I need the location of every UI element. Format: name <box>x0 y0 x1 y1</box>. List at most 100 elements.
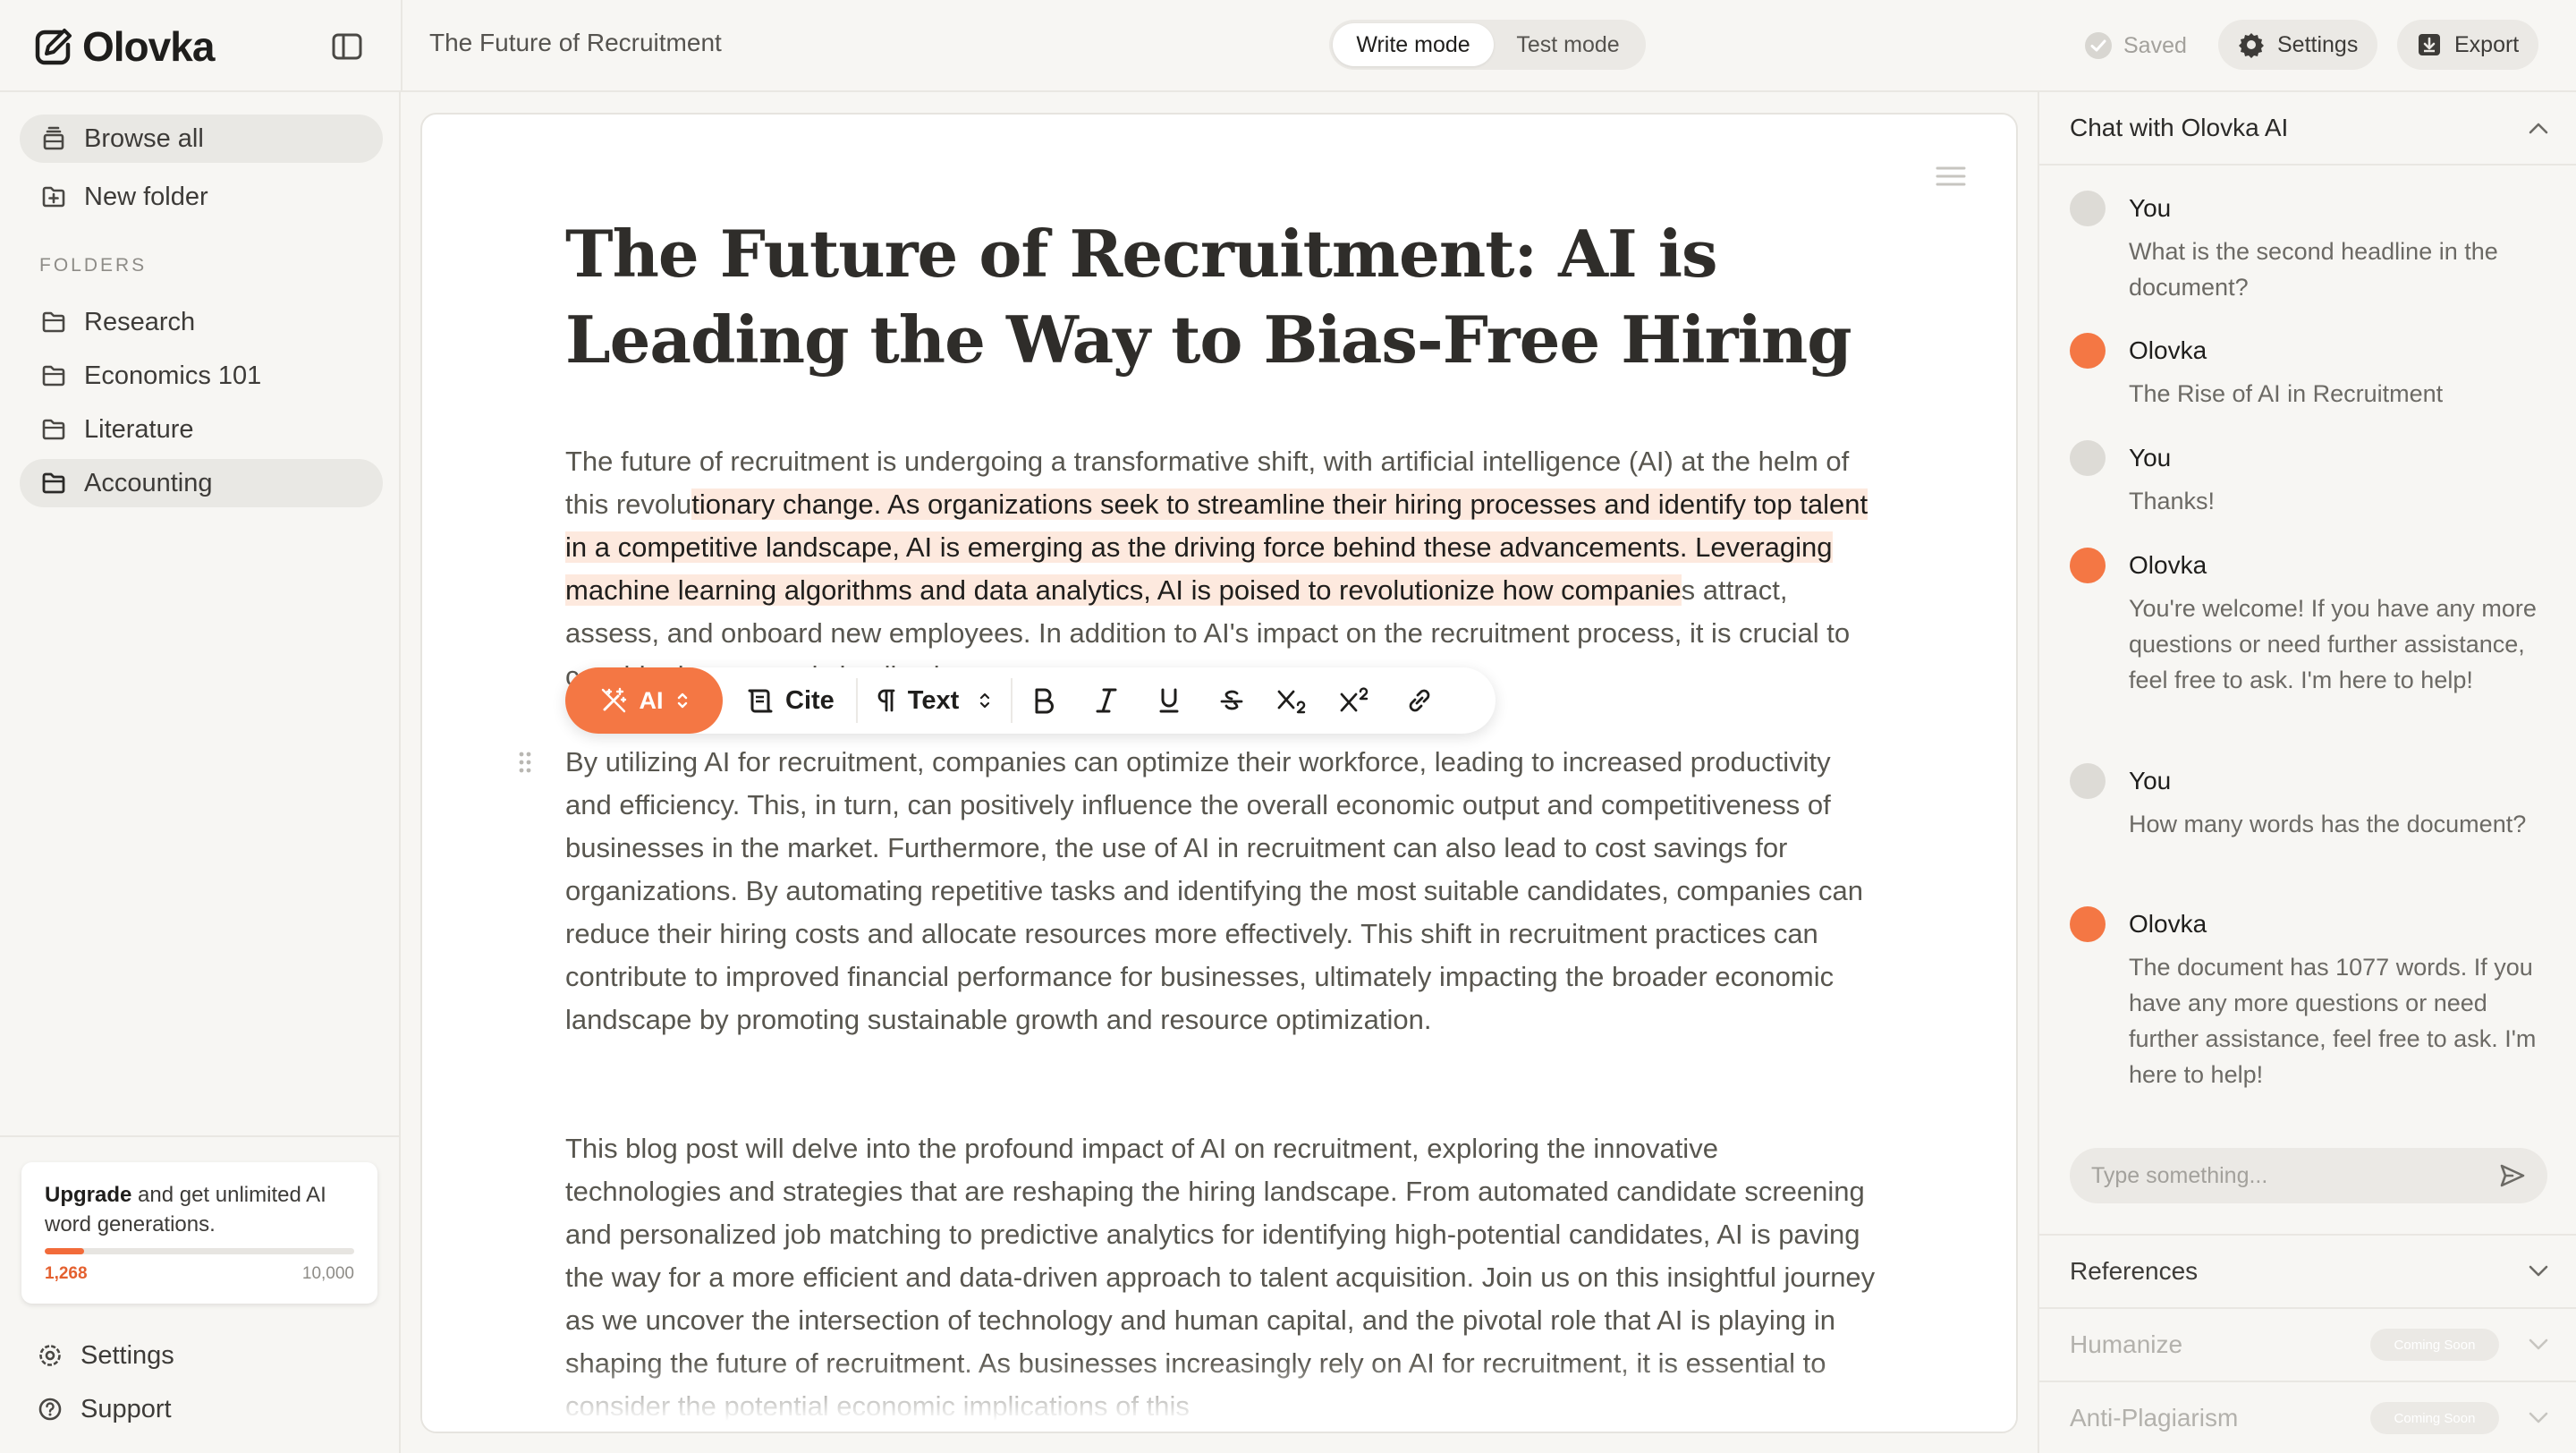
chevron-up-icon[interactable] <box>2528 121 2549 135</box>
document-title-breadcrumb: The Future of Recruitment <box>429 29 722 56</box>
anti-plagiarism-section[interactable]: Anti-Plagiarism Coming Soon <box>2039 1382 2576 1453</box>
folder-item-accounting[interactable]: Accounting <box>20 459 383 507</box>
folder-label: Economics 101 <box>84 361 262 390</box>
send-icon[interactable] <box>2499 1163 2526 1188</box>
bold-icon <box>1035 688 1055 714</box>
underline-icon <box>1159 688 1179 713</box>
browse-all-item[interactable]: Browse all <box>20 115 383 163</box>
coming-soon-badge: Coming Soon <box>2370 1329 2499 1361</box>
pilcrow-icon <box>877 689 895 712</box>
drag-dots-icon <box>519 752 531 773</box>
folder-label: Accounting <box>84 468 213 497</box>
sidebar-toggle-icon <box>332 33 362 60</box>
magic-wand-icon <box>601 687 626 713</box>
message-text: How many words has the document? <box>2129 811 2527 837</box>
folder-label: Literature <box>84 414 194 444</box>
upgrade-strong: Upgrade <box>45 1183 132 1207</box>
chat-input-box <box>2070 1148 2547 1203</box>
hamburger-menu-icon <box>1936 166 1966 186</box>
link-icon <box>1409 689 1430 712</box>
superscript-icon <box>1340 687 1368 712</box>
export-button[interactable]: Export <box>2397 20 2539 70</box>
saved-label: Saved <box>2123 32 2187 58</box>
chevron-down-icon <box>2529 1412 2548 1423</box>
folder-icon <box>42 419 65 440</box>
subscript-button[interactable] <box>1263 667 1326 734</box>
strikethrough-button[interactable] <box>1200 667 1263 734</box>
block-drag-handle[interactable] <box>517 750 533 775</box>
bold-button[interactable] <box>1013 667 1075 734</box>
app-logo[interactable]: Olovka <box>34 21 215 72</box>
gear-icon <box>2239 33 2264 58</box>
ai-menu-button[interactable]: AI <box>565 667 723 734</box>
coming-soon-badge: Coming Soon <box>2370 1402 2499 1434</box>
document-paragraph-1[interactable]: The future of recruitment is undergoing … <box>565 440 1880 698</box>
chevron-up-down-icon <box>677 693 687 709</box>
superscript-button[interactable] <box>1326 667 1388 734</box>
test-mode-tab[interactable]: Test mode <box>1494 23 1642 66</box>
message-sender: You <box>2129 767 2172 794</box>
write-mode-tab[interactable]: Write mode <box>1333 23 1494 66</box>
message-sender: Olovka <box>2129 910 2207 938</box>
editor-fade-overlay <box>422 1360 2016 1432</box>
message-sender: Olovka <box>2129 551 2207 579</box>
user-avatar <box>2070 763 2106 799</box>
app-name: Olovka <box>82 23 215 70</box>
saved-status: Saved <box>2084 27 2187 64</box>
new-folder-label: New folder <box>84 182 208 211</box>
sidebar-support-item[interactable]: Support <box>38 1389 172 1429</box>
anti-plagiarism-label: Anti-Plagiarism <box>2070 1404 2239 1432</box>
browse-all-label: Browse all <box>84 123 204 153</box>
usage-progress-fill <box>45 1248 84 1254</box>
sidebar-divider <box>0 1135 399 1137</box>
subscript-icon <box>1277 690 1306 714</box>
document-editor[interactable]: The Future of Recruitment: AI is Leading… <box>420 113 2018 1433</box>
text-style-dropdown[interactable]: Text <box>876 686 991 716</box>
folder-item-literature[interactable]: Literature <box>20 405 383 454</box>
upgrade-card[interactable]: Upgrade and get unlimited AI word genera… <box>21 1162 377 1304</box>
references-section[interactable]: References <box>2039 1236 2576 1307</box>
sidebar-settings-item[interactable]: Settings <box>38 1336 174 1375</box>
settings-label: Settings <box>2277 31 2359 57</box>
italic-icon <box>1096 688 1117 713</box>
export-label: Export <box>2454 31 2520 57</box>
message-sender: You <box>2129 444 2172 472</box>
humanize-label: Humanize <box>2070 1330 2183 1358</box>
message-text: The document has 1077 words. If you have… <box>2129 954 2537 1088</box>
folder-item-economics-101[interactable]: Economics 101 <box>20 352 383 400</box>
cite-label: Cite <box>785 685 835 715</box>
humanize-section[interactable]: Humanize Coming Soon <box>2039 1309 2576 1381</box>
document-heading[interactable]: The Future of Recruitment: AI is Leading… <box>565 211 1889 383</box>
message-text: The Rise of AI in Recruitment <box>2129 380 2444 407</box>
ai-label: AI <box>639 686 664 714</box>
editor-menu-button[interactable] <box>1936 165 1966 188</box>
sidebar-settings-label: Settings <box>80 1340 174 1370</box>
left-sidebar: Browse all New folder FOLDERS Research E… <box>0 92 401 1453</box>
message-text: Thanks! <box>2129 488 2216 514</box>
chat-header[interactable]: Chat with Olovka AI <box>2039 92 2576 166</box>
folder-item-research[interactable]: Research <box>20 298 383 346</box>
question-circle-icon <box>38 1398 62 1421</box>
toolbar-divider <box>855 678 858 723</box>
settings-button[interactable]: Settings <box>2218 20 2378 70</box>
usage-used: 1,268 <box>45 1264 88 1283</box>
cite-button[interactable]: Cite <box>746 686 835 716</box>
document-paragraph-2[interactable]: By utilizing AI for recruitment, compani… <box>565 741 1880 1041</box>
references-label: References <box>2070 1257 2199 1285</box>
new-folder-item[interactable]: New folder <box>20 173 383 221</box>
link-button[interactable] <box>1388 667 1451 734</box>
top-bar: Olovka The Future of Recruitment Write m… <box>0 0 2576 92</box>
folder-plus-icon <box>42 186 65 208</box>
sidebar-toggle-button[interactable] <box>327 27 367 66</box>
chat-input[interactable] <box>2091 1162 2499 1189</box>
message-sender: You <box>2129 194 2172 222</box>
chat-header-title: Chat with Olovka AI <box>2070 114 2289 141</box>
message-text: You're welcome! If you have any more que… <box>2129 595 2537 693</box>
underline-button[interactable] <box>1138 667 1200 734</box>
selected-text-highlight[interactable]: tionary change. As organizations seek to… <box>565 489 1868 606</box>
text-style-label: Text <box>907 685 960 715</box>
folder-icon <box>42 472 65 494</box>
italic-button[interactable] <box>1075 667 1138 734</box>
sidebar-support-label: Support <box>80 1394 172 1423</box>
user-avatar <box>2070 191 2106 226</box>
